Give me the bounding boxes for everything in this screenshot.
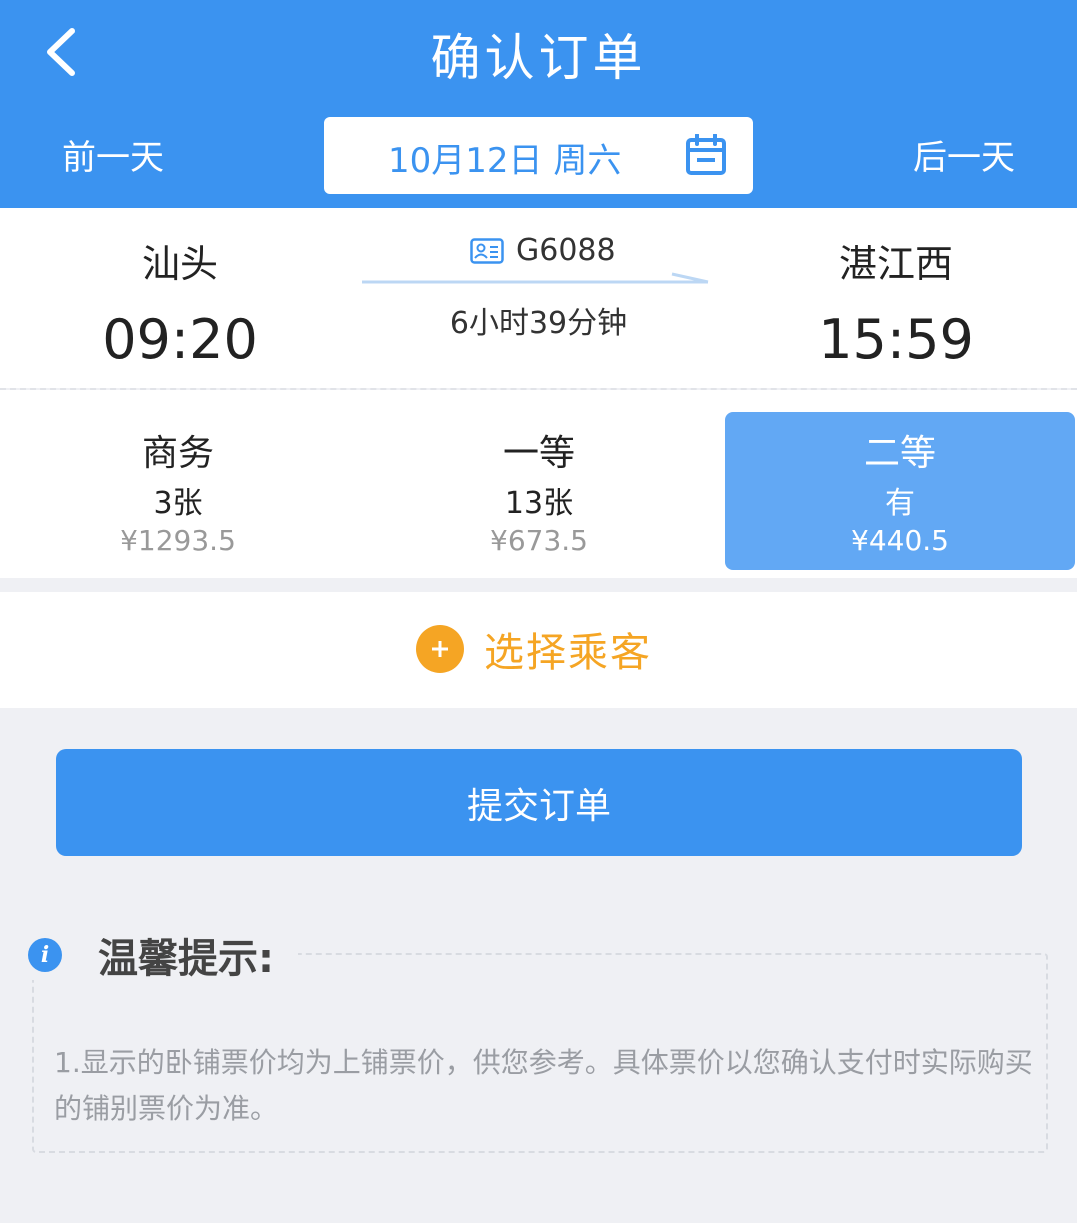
prev-day-button[interactable]: 前一天 (62, 130, 164, 179)
seat-option-second-class[interactable]: 二等 有 ¥440.5 (725, 412, 1075, 570)
departure-station: 汕头 (141, 242, 218, 286)
submit-order-button[interactable]: 提交订单 (56, 749, 1022, 856)
seat-class-panel: 商务 3张 ¥1293.5 一等 13张 ¥673.5 二等 有 ¥440.5 (0, 390, 1077, 578)
plus-icon (416, 625, 464, 673)
train-number-label: G6088 (516, 233, 616, 268)
seat-price: ¥673.5 (490, 524, 588, 557)
seat-option-business[interactable]: 商务 3张 ¥1293.5 (3, 412, 353, 570)
arrival-station: 湛江西 (838, 242, 953, 286)
info-icon: i (28, 938, 62, 972)
select-passenger-label: 选择乘客 (484, 630, 652, 676)
seat-name: 二等 (863, 433, 936, 474)
seat-name: 商务 (141, 433, 214, 474)
tips-title: 温馨提示: (98, 936, 274, 982)
route-arrow-icon (362, 272, 709, 284)
select-passenger-button[interactable]: 选择乘客 (416, 620, 652, 678)
date-label: 10月12日 周六 (388, 141, 622, 181)
page-title: 确认订单 (430, 29, 647, 87)
seat-name: 一等 (502, 433, 575, 474)
arrival-time: 15:59 (818, 308, 974, 371)
seat-count: 13张 (504, 486, 574, 521)
seat-price: ¥1293.5 (120, 524, 236, 557)
header: 确认订单 前一天 10月12日 周六 后一天 (0, 0, 1077, 208)
train-number[interactable]: G6088 (470, 233, 616, 268)
tips-text: 1.显示的卧铺票价均为上铺票价，供您参考。具体票价以您确认支付时实际购买的铺别票… (54, 1046, 1033, 1125)
seat-count: 有 (885, 486, 915, 521)
seat-count: 3张 (153, 486, 203, 521)
date-selector[interactable]: 10月12日 周六 (324, 117, 753, 194)
next-day-button[interactable]: 后一天 (913, 130, 1015, 179)
passenger-panel: 选择乘客 (0, 592, 1077, 708)
train-info-panel: 汕头 09:20 G6088 6小时39分钟 湛江西 15:59 (0, 208, 1077, 388)
tips-header: i 温馨提示: (28, 926, 274, 984)
seat-option-first-class[interactable]: 一等 13张 ¥673.5 (364, 412, 714, 570)
seat-price: ¥440.5 (851, 524, 949, 557)
train-id-icon (470, 237, 504, 264)
calendar-icon (686, 134, 726, 175)
